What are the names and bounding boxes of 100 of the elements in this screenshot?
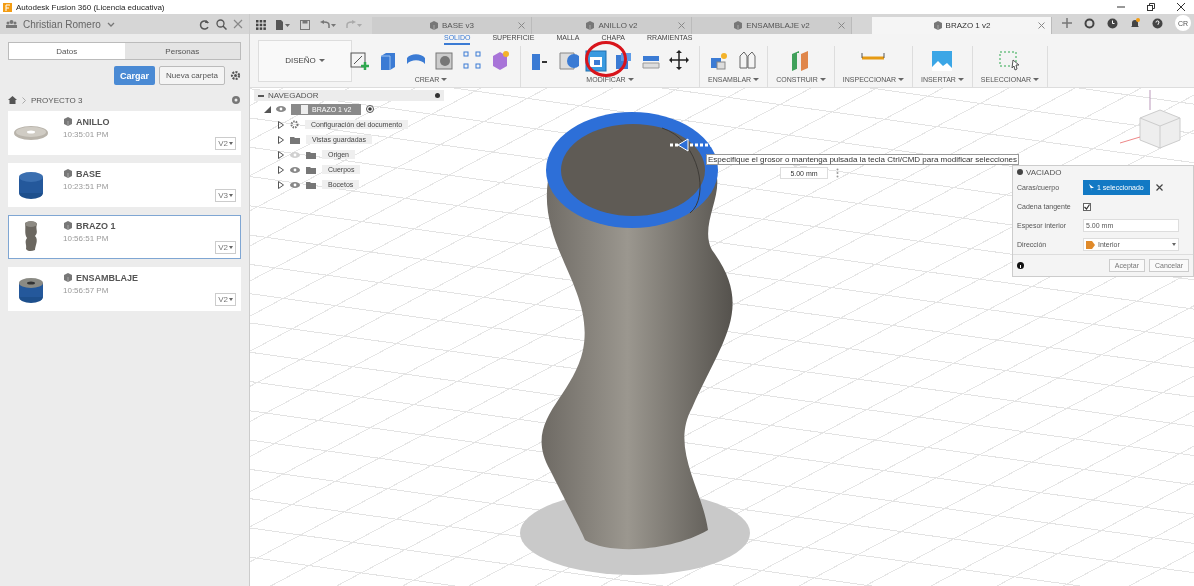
close-tab-icon[interactable] [518, 22, 525, 29]
file-card[interactable]: BASE 10:23:51 PM V3 [8, 163, 241, 207]
upload-button[interactable]: Cargar [113, 66, 155, 85]
cursor-icon [1089, 184, 1094, 191]
document-tab-label: BASE v3 [442, 21, 474, 30]
document-tab-label: BRAZO 1 v2 [945, 21, 991, 30]
project-settings-icon[interactable] [231, 95, 241, 105]
undo-icon[interactable] [320, 20, 336, 30]
cube-icon [429, 20, 439, 31]
refresh-icon[interactable] [199, 18, 210, 30]
people-icon [6, 20, 17, 28]
eye-icon[interactable] [290, 166, 300, 173]
tooltip: Especifique el grosor o mantenga pulsada la tecla Ctrl/CMD para modificar selecciones [706, 154, 1020, 165]
cube-icon [733, 20, 744, 31]
selection-icon[interactable] [998, 49, 1021, 72]
eye-icon[interactable] [290, 181, 300, 188]
grid-menu-icon[interactable] [256, 20, 266, 30]
highlight-circle [585, 40, 627, 77]
file-name: BASE [76, 168, 101, 179]
pin-icon[interactable] [435, 93, 440, 98]
bell-icon[interactable] [1130, 17, 1140, 29]
dialog-icon [1017, 169, 1023, 175]
close-tab-icon[interactable] [678, 22, 685, 29]
cube-icon [932, 20, 943, 31]
search-icon[interactable] [216, 18, 227, 30]
new-folder-button[interactable]: Nueva carpeta [158, 66, 225, 85]
panel-tab[interactable]: Datos [9, 43, 125, 59]
version-dropdown[interactable]: V2 [215, 293, 236, 306]
caret-icon [753, 77, 760, 81]
file-card[interactable]: ANILLO 10:35:01 PM V2 [8, 111, 241, 155]
settings-icon[interactable] [230, 70, 241, 81]
caret-icon [441, 77, 448, 81]
file-icon[interactable] [276, 20, 290, 30]
plus-icon[interactable] [1062, 18, 1072, 28]
direction-icon [1086, 240, 1095, 249]
clear-icon[interactable] [1155, 184, 1163, 191]
navigator-title: NAVEGADOR [268, 91, 319, 100]
cube-icon [585, 20, 596, 31]
cube-icon [63, 168, 73, 179]
version-dropdown[interactable]: V2 [215, 137, 236, 150]
file-time: 10:23:51 PM [63, 182, 109, 191]
radio-icon[interactable] [366, 105, 375, 113]
cube-icon [63, 220, 73, 231]
settings-icon[interactable] [290, 120, 299, 129]
caret-icon [627, 77, 634, 81]
document-tab[interactable]: BRAZO 1 v2 [872, 17, 1052, 34]
document-tab[interactable]: ENSAMBLAJE v2 [692, 17, 852, 34]
caret-icon [229, 298, 233, 301]
joint-icon[interactable] [736, 49, 759, 72]
insert-image-icon[interactable] [931, 49, 954, 72]
caret-icon [957, 77, 964, 81]
move-icon[interactable] [669, 49, 691, 72]
version-dropdown[interactable]: V3 [215, 189, 236, 202]
document-icon [301, 104, 308, 114]
form-icon[interactable] [490, 49, 512, 72]
file-time: 10:56:57 PM [63, 286, 110, 295]
breadcrumb-project[interactable]: PROYECTO 3 [31, 95, 83, 105]
caret-icon [229, 246, 233, 249]
drag-handle-icon[interactable] [836, 168, 839, 178]
caret-icon [898, 77, 905, 81]
file-card[interactable]: ENSAMBLAJE 10:56:57 PM V2 [8, 267, 241, 311]
clock-icon[interactable] [1107, 17, 1118, 29]
help-icon[interactable] [1152, 17, 1163, 29]
user-menu[interactable]: Christian Romero [23, 18, 101, 30]
home-icon[interactable] [8, 96, 17, 104]
caret-icon [1172, 243, 1176, 246]
caret-icon [1033, 77, 1040, 81]
fillet-icon[interactable] [557, 49, 579, 72]
file-card[interactable]: BRAZO 1 10:56:51 PM V2 [8, 215, 241, 259]
collapse-triangle-icon[interactable] [264, 105, 271, 113]
file-name: BRAZO 1 [76, 220, 116, 231]
minimize-icon[interactable] [1117, 3, 1125, 11]
checkbox[interactable] [1083, 202, 1091, 211]
close-tab-icon[interactable] [1038, 22, 1045, 29]
check-icon [1084, 203, 1090, 210]
cube-icon [63, 272, 73, 283]
window-title: Autodesk Fusion 360 (Licencia educativa) [16, 2, 165, 12]
eye-icon[interactable] [276, 106, 286, 112]
file-name: ENSAMBLAJE [76, 272, 138, 283]
sync-icon[interactable] [1084, 17, 1095, 29]
caret-icon [229, 194, 233, 197]
workspace-dropdown[interactable]: DISEÑO [258, 39, 352, 82]
caret-icon [318, 59, 325, 62]
info-icon[interactable] [1017, 262, 1024, 269]
pattern-icon[interactable] [462, 49, 484, 72]
document-tab-label: ANILLO v2 [598, 21, 638, 30]
restore-icon[interactable] [1147, 3, 1155, 11]
close-icon[interactable] [1177, 3, 1185, 11]
document-tab[interactable]: ANILLO v2 [532, 17, 692, 34]
shell-icon[interactable] [585, 49, 607, 72]
caret-icon [229, 142, 233, 145]
document-tab-label: ENSAMBLAJE v2 [746, 21, 810, 30]
document-tab[interactable]: BASE v3 [372, 17, 532, 34]
close-tab-icon[interactable] [838, 22, 845, 29]
save-icon[interactable] [300, 20, 310, 30]
collapse-icon[interactable] [258, 93, 264, 98]
hole-icon[interactable] [434, 49, 456, 72]
sketch-icon[interactable] [350, 49, 372, 72]
chevron-down-icon[interactable] [106, 21, 115, 27]
version-dropdown[interactable]: V2 [215, 241, 236, 254]
